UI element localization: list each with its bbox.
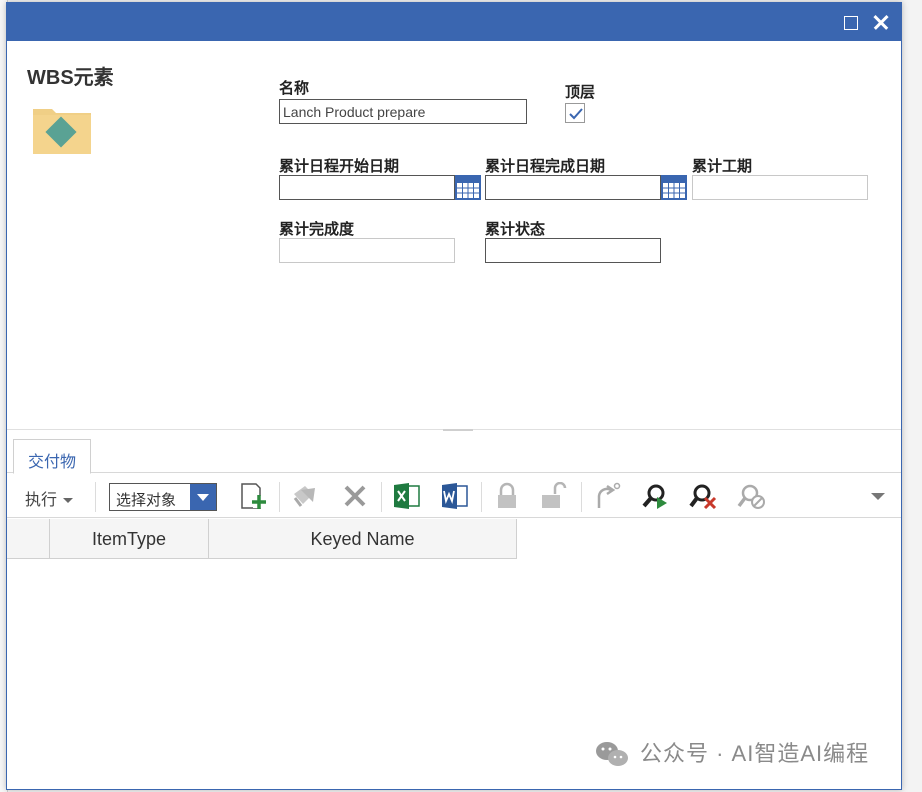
top-level-checkbox[interactable]: [565, 103, 585, 123]
grid-header: ItemType Keyed Name: [7, 519, 517, 559]
splitter-grip[interactable]: [443, 429, 473, 431]
cum-duration-field[interactable]: [692, 175, 868, 200]
tab-deliverables[interactable]: 交付物: [13, 439, 91, 474]
toolbar-overflow-chevron-icon[interactable]: [871, 493, 885, 500]
search-run-icon[interactable]: [641, 482, 669, 510]
excel-export-icon[interactable]: [393, 482, 421, 510]
promote-icon[interactable]: [593, 482, 621, 510]
search-clear-icon[interactable]: [689, 482, 717, 510]
cum-start-label: 累计日程开始日期: [279, 158, 400, 175]
toolbar-separator: [95, 482, 96, 512]
cum-status-field[interactable]: [485, 238, 661, 263]
chevron-down-icon: [63, 498, 74, 504]
checkmark-icon: [569, 108, 583, 120]
relationship-tabbar: 交付物: [7, 435, 901, 474]
name-field[interactable]: [279, 99, 527, 124]
execute-menu[interactable]: 执行: [25, 486, 74, 510]
item-form: WBS元素 名称 顶层 累计日程开始日期 累计日程完成日期 累计工期 累计完成度…: [7, 41, 901, 429]
toolbar-separator: [481, 482, 482, 512]
new-item-icon[interactable]: [239, 482, 267, 510]
cum-finish-field[interactable]: [485, 175, 661, 200]
watermark-text: 公众号 · AI智造AI编程: [640, 741, 870, 766]
cum-status-label: 累计状态: [485, 221, 546, 238]
calendar-icon[interactable]: [455, 175, 481, 200]
cum-complete-field[interactable]: [279, 238, 455, 263]
item-type-title: WBS元素: [27, 67, 114, 89]
cum-start-field[interactable]: [279, 175, 455, 200]
cum-finish-label: 累计日程完成日期: [485, 158, 606, 175]
dialog-titlebar: [7, 3, 901, 41]
cum-complete-label: 累计完成度: [279, 221, 355, 238]
search-disabled-icon[interactable]: [737, 482, 765, 510]
lock-icon[interactable]: [493, 482, 521, 510]
calendar-icon[interactable]: [661, 175, 687, 200]
column-header-itemtype[interactable]: ItemType: [50, 519, 209, 559]
top-level-label: 顶层: [565, 84, 596, 101]
delete-icon[interactable]: [341, 482, 369, 510]
column-header-keyed-name[interactable]: Keyed Name: [209, 519, 517, 559]
wbs-element-dialog: WBS元素 名称 顶层 累计日程开始日期 累计日程完成日期 累计工期 累计完成度…: [6, 2, 902, 790]
name-label: 名称: [279, 80, 310, 97]
maximize-icon[interactable]: [841, 12, 861, 32]
close-icon[interactable]: [871, 12, 891, 32]
toolbar-separator: [581, 482, 582, 512]
select-object-dropdown[interactable]: 选择对象: [109, 483, 217, 511]
dropdown-arrow-icon[interactable]: [190, 484, 216, 510]
toolbar-separator: [381, 482, 382, 512]
wbs-folder-icon: [33, 109, 91, 154]
execute-label: 执行: [25, 492, 58, 509]
pick-item-icon[interactable]: [291, 482, 319, 510]
relationship-toolbar: 执行 选择对象: [7, 474, 901, 518]
select-object-label: 选择对象: [116, 492, 177, 509]
word-export-icon[interactable]: [441, 482, 469, 510]
row-selector-header[interactable]: [7, 519, 50, 559]
unlock-icon[interactable]: [539, 481, 567, 510]
wechat-icon: [596, 742, 628, 766]
toolbar-separator: [279, 482, 280, 512]
cum-duration-label: 累计工期: [692, 158, 753, 175]
